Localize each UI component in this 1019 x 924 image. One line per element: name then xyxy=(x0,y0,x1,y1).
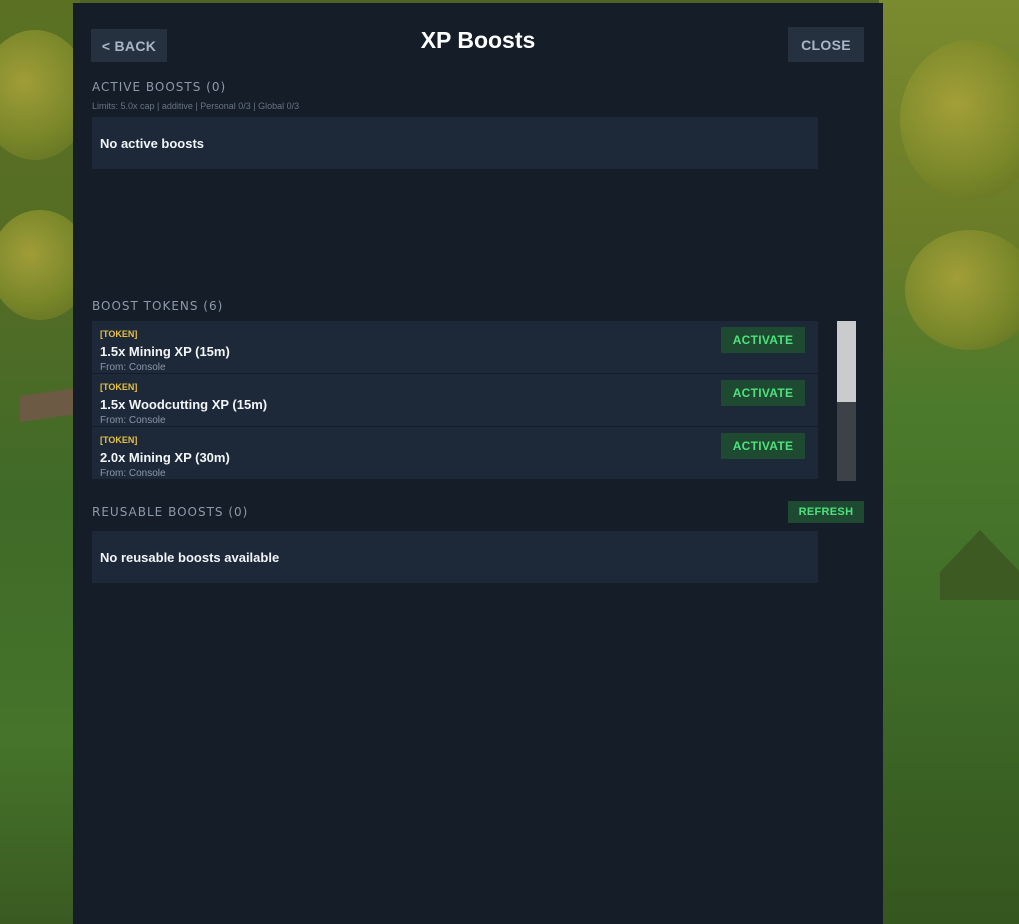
token-name: 1.5x Woodcutting XP (15m) xyxy=(100,397,268,412)
token-source: From: Console xyxy=(100,415,166,426)
token-tag: [TOKEN] xyxy=(100,329,138,339)
token-source: From: Console xyxy=(100,362,166,373)
page-title: XP Boosts xyxy=(420,27,536,53)
reusable-boosts-empty: No reusable boosts available xyxy=(92,531,818,583)
boost-limits-text: Limits: 5.0x cap | additive | Personal 0… xyxy=(92,101,300,111)
close-button[interactable]: CLOSE xyxy=(788,27,864,62)
reusable-boosts-heading: REUSABLE BOOSTS (0) xyxy=(92,505,249,519)
token-source: From: Console xyxy=(100,468,166,479)
activate-button[interactable]: ACTIVATE xyxy=(721,327,805,353)
scrollbar-thumb[interactable] xyxy=(837,321,856,402)
tokens-scrollbar[interactable] xyxy=(837,321,856,481)
activate-button[interactable]: ACTIVATE xyxy=(721,433,805,459)
active-boosts-empty-text: No active boosts xyxy=(100,135,205,151)
token-tag: [TOKEN] xyxy=(100,435,138,445)
token-row: [TOKEN] 1.5x Woodcutting XP (15m) From: … xyxy=(92,374,818,426)
active-boosts-empty: No active boosts xyxy=(92,117,818,169)
active-boosts-heading: ACTIVE BOOSTS (0) xyxy=(92,80,227,94)
game-scene: < BACK XP Boosts CLOSE ACTIVE BOOSTS (0)… xyxy=(0,0,1019,924)
token-tag: [TOKEN] xyxy=(100,382,138,392)
xp-boosts-panel: < BACK XP Boosts CLOSE ACTIVE BOOSTS (0)… xyxy=(73,3,883,924)
token-row: [TOKEN] 1.5x Mining XP (15m) From: Conso… xyxy=(92,321,818,373)
token-row: [TOKEN] 2.0x Mining XP (30m) From: Conso… xyxy=(92,427,818,479)
boost-tokens-heading: BOOST TOKENS (6) xyxy=(92,299,224,313)
reusable-boosts-empty-text: No reusable boosts available xyxy=(100,549,280,565)
token-name: 2.0x Mining XP (30m) xyxy=(100,450,230,465)
activate-button[interactable]: ACTIVATE xyxy=(721,380,805,406)
token-name: 1.5x Mining XP (15m) xyxy=(100,344,230,359)
refresh-button[interactable]: REFRESH xyxy=(788,501,864,523)
boost-tokens-list[interactable]: [TOKEN] 1.5x Mining XP (15m) From: Conso… xyxy=(92,321,818,481)
